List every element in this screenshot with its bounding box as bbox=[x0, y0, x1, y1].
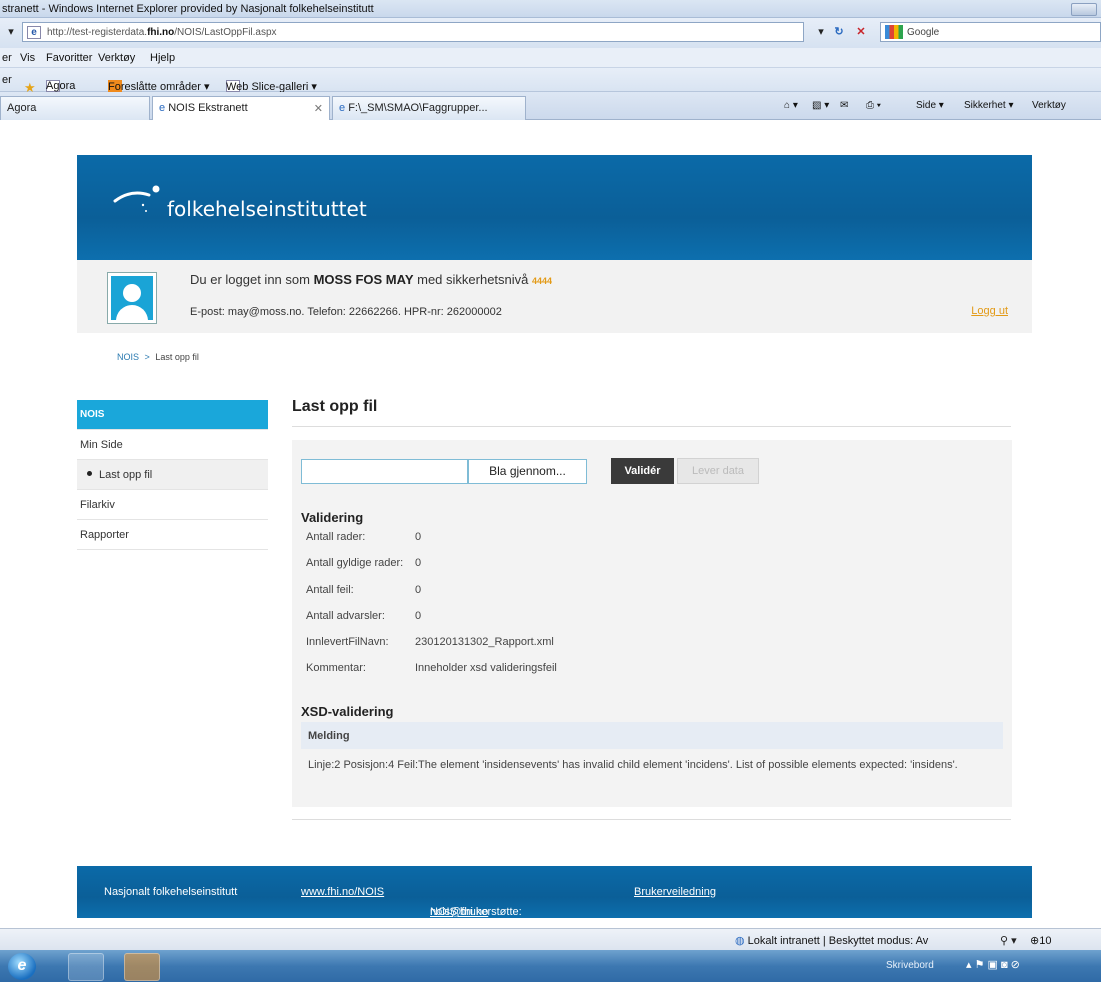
validation-label: Antall feil: bbox=[306, 584, 354, 596]
validation-value: 0 bbox=[415, 557, 422, 569]
sidebar-item-last-opp-fil[interactable]: Last opp fil bbox=[77, 460, 268, 490]
divider bbox=[292, 819, 1011, 820]
tab-agora[interactable]: Agora bbox=[0, 96, 150, 120]
menu-item-favorites[interactable]: Favoritter bbox=[46, 52, 92, 64]
menu-bar: er Vis Favoritter Verktøy Hjelp bbox=[0, 48, 1101, 68]
command-tools[interactable]: Verktøy bbox=[1032, 100, 1066, 111]
explorer-taskbar-icon[interactable] bbox=[68, 953, 104, 981]
breadcrumb-root[interactable]: NOIS bbox=[117, 352, 139, 362]
feeds-icon[interactable]: ▧ ▾ bbox=[812, 100, 829, 111]
security-zone: ◍ Lokalt intranett | Beskyttet modus: Av bbox=[735, 935, 929, 947]
logout-link[interactable]: Logg ut bbox=[971, 305, 1008, 317]
tab-close-icon[interactable]: ✕ bbox=[314, 102, 323, 115]
site-footer: Nasjonalt folkehelseinstitutt www.fhi.no… bbox=[77, 866, 1032, 918]
validation-label: Antall gyldige rader: bbox=[306, 557, 404, 569]
protected-mode-icon[interactable]: ⚲ ▾ bbox=[1000, 934, 1017, 947]
ie-icon: e bbox=[339, 102, 349, 114]
stop-icon[interactable]: ✕ bbox=[852, 24, 870, 42]
globe-icon: ◍ bbox=[735, 935, 748, 947]
avatar bbox=[107, 272, 157, 324]
xsd-validation-heading: XSD-validering bbox=[301, 704, 394, 719]
sidebar-item-filarkiv[interactable]: Filarkiv bbox=[77, 490, 268, 520]
ie-taskbar-icon[interactable]: e bbox=[8, 953, 36, 980]
user-contact: E-post: may@moss.no. Telefon: 22662266. … bbox=[190, 306, 502, 318]
site-logo-text: folkehelseinstituttet bbox=[167, 197, 367, 221]
validation-value: Inneholder xsd valideringsfeil bbox=[415, 662, 557, 674]
search-placeholder: Google bbox=[907, 27, 940, 38]
footer-user-guide-link[interactable]: Brukerveiledning bbox=[634, 886, 716, 898]
favorites-bar: er ★ Agora Foreslåtte områder ▾ Web Slic… bbox=[0, 68, 1101, 95]
divider bbox=[292, 426, 1011, 427]
sidebar: NOIS Min Side Last opp fil Filarkiv Rapp… bbox=[77, 400, 268, 550]
search-box[interactable]: Google bbox=[880, 22, 1101, 42]
footer-fhi-link[interactable]: www.fhi.no/NOIS bbox=[301, 886, 384, 898]
menu-item-tools[interactable]: Verktøy bbox=[98, 52, 135, 64]
menu-item-help[interactable]: Hjelp bbox=[150, 52, 175, 64]
validation-label: Antall advarsler: bbox=[306, 610, 385, 622]
user-name: MOSS FOS MAY bbox=[313, 272, 414, 287]
validation-label: Antall rader: bbox=[306, 531, 366, 543]
site-header: folkehelseinstituttet bbox=[77, 155, 1032, 260]
tab-nois-ekstranett[interactable]: e NOIS Ekstranett ✕ bbox=[152, 96, 330, 120]
validation-value: 0 bbox=[415, 610, 422, 622]
validate-button[interactable]: Validér bbox=[611, 458, 674, 484]
logged-in-text: Du er logget inn som MOSS FOS MAY med si… bbox=[190, 272, 553, 287]
validation-heading: Validering bbox=[301, 510, 364, 525]
command-security[interactable]: Sikkerhet ▾ bbox=[964, 100, 1013, 111]
windows-taskbar: e Skrivebord ▴ ⚑ ▣ ◙ ⊘ bbox=[0, 950, 1101, 982]
mail-icon[interactable]: ✉ bbox=[840, 100, 848, 111]
menu-item-edit[interactable]: er bbox=[2, 52, 12, 64]
xsd-error-message: Linje:2 Posisjon:4 Feil:The element 'ins… bbox=[308, 759, 958, 771]
fhi-logo-icon bbox=[113, 185, 160, 212]
validation-value: 0 bbox=[415, 584, 422, 596]
print-icon[interactable]: ⎙ ▾ bbox=[866, 100, 881, 111]
address-bar-row: ▾ e http://test-registerdata.fhi.no/NOIS… bbox=[0, 18, 1101, 48]
window-title: stranett - Windows Internet Explorer pro… bbox=[2, 3, 374, 15]
deliver-data-button[interactable]: Lever data bbox=[677, 458, 759, 484]
zoom-level[interactable]: ⊕10 bbox=[1030, 934, 1051, 947]
desktop-label[interactable]: Skrivebord bbox=[886, 960, 934, 971]
ie-icon: e bbox=[159, 102, 169, 114]
sidebar-heading[interactable]: NOIS bbox=[77, 400, 268, 430]
security-level: 4444 bbox=[532, 276, 553, 286]
refresh-icon[interactable]: ↻ bbox=[830, 24, 848, 42]
address-url: http://test-registerdata.fhi.no/NOIS/Las… bbox=[47, 27, 277, 38]
google-icon bbox=[885, 25, 903, 39]
user-info-bar: Du er logget inn som MOSS FOS MAY med si… bbox=[77, 260, 1032, 333]
favorites-bar-label: er bbox=[2, 74, 12, 86]
validation-value: 0 bbox=[415, 531, 422, 543]
tray-icons[interactable]: ▴ ⚑ ▣ ◙ ⊘ bbox=[966, 958, 1020, 971]
zoom-icon: ⊕ bbox=[1030, 935, 1040, 947]
file-path-input[interactable] bbox=[301, 459, 468, 484]
validation-label: InnlevertFilNavn: bbox=[306, 636, 389, 648]
page-title: Last opp fil bbox=[292, 398, 378, 415]
breadcrumb: NOIS > Last opp fil bbox=[117, 352, 199, 362]
message-column-header: Melding bbox=[301, 722, 1003, 749]
address-dropdown-icon[interactable]: ▾ bbox=[812, 24, 830, 42]
window-titlebar: stranett - Windows Internet Explorer pro… bbox=[0, 0, 1101, 18]
page-icon: e bbox=[27, 26, 41, 39]
sidebar-item-rapporter[interactable]: Rapporter bbox=[77, 520, 268, 550]
breadcrumb-separator: > bbox=[144, 352, 150, 362]
tab-bar: Agora e NOIS Ekstranett ✕ e F:\_SM\SMAO\F… bbox=[0, 92, 1101, 120]
validation-value: 230120131302_Rapport.xml bbox=[415, 636, 554, 648]
window-minimize-button[interactable] bbox=[1071, 3, 1097, 16]
command-page[interactable]: Side ▾ bbox=[916, 100, 944, 111]
footer-support-email[interactable]: nois@fhi.no bbox=[430, 906, 488, 918]
outlook-taskbar-icon[interactable] bbox=[124, 953, 160, 981]
validation-label: Kommentar: bbox=[306, 662, 366, 674]
browser-status-bar: ◍ Lokalt intranett | Beskyttet modus: Av… bbox=[0, 928, 1101, 950]
bullet-icon bbox=[87, 471, 92, 476]
home-icon[interactable]: ⌂ ▾ bbox=[784, 100, 798, 111]
upload-panel: Bla gjennom... Validér Lever data Valide… bbox=[292, 440, 1012, 807]
breadcrumb-current: Last opp fil bbox=[155, 352, 199, 362]
sidebar-item-min-side[interactable]: Min Side bbox=[77, 430, 268, 460]
browse-button[interactable]: Bla gjennom... bbox=[468, 459, 587, 484]
footer-org: Nasjonalt folkehelseinstitutt bbox=[104, 886, 238, 898]
address-bar[interactable]: e http://test-registerdata.fhi.no/NOIS/L… bbox=[22, 22, 804, 42]
back-dropdown-icon[interactable]: ▾ bbox=[2, 24, 20, 42]
menu-item-view[interactable]: Vis bbox=[20, 52, 35, 64]
tab-faggrupper[interactable]: e F:\_SM\SMAO\Faggrupper... bbox=[332, 96, 526, 120]
